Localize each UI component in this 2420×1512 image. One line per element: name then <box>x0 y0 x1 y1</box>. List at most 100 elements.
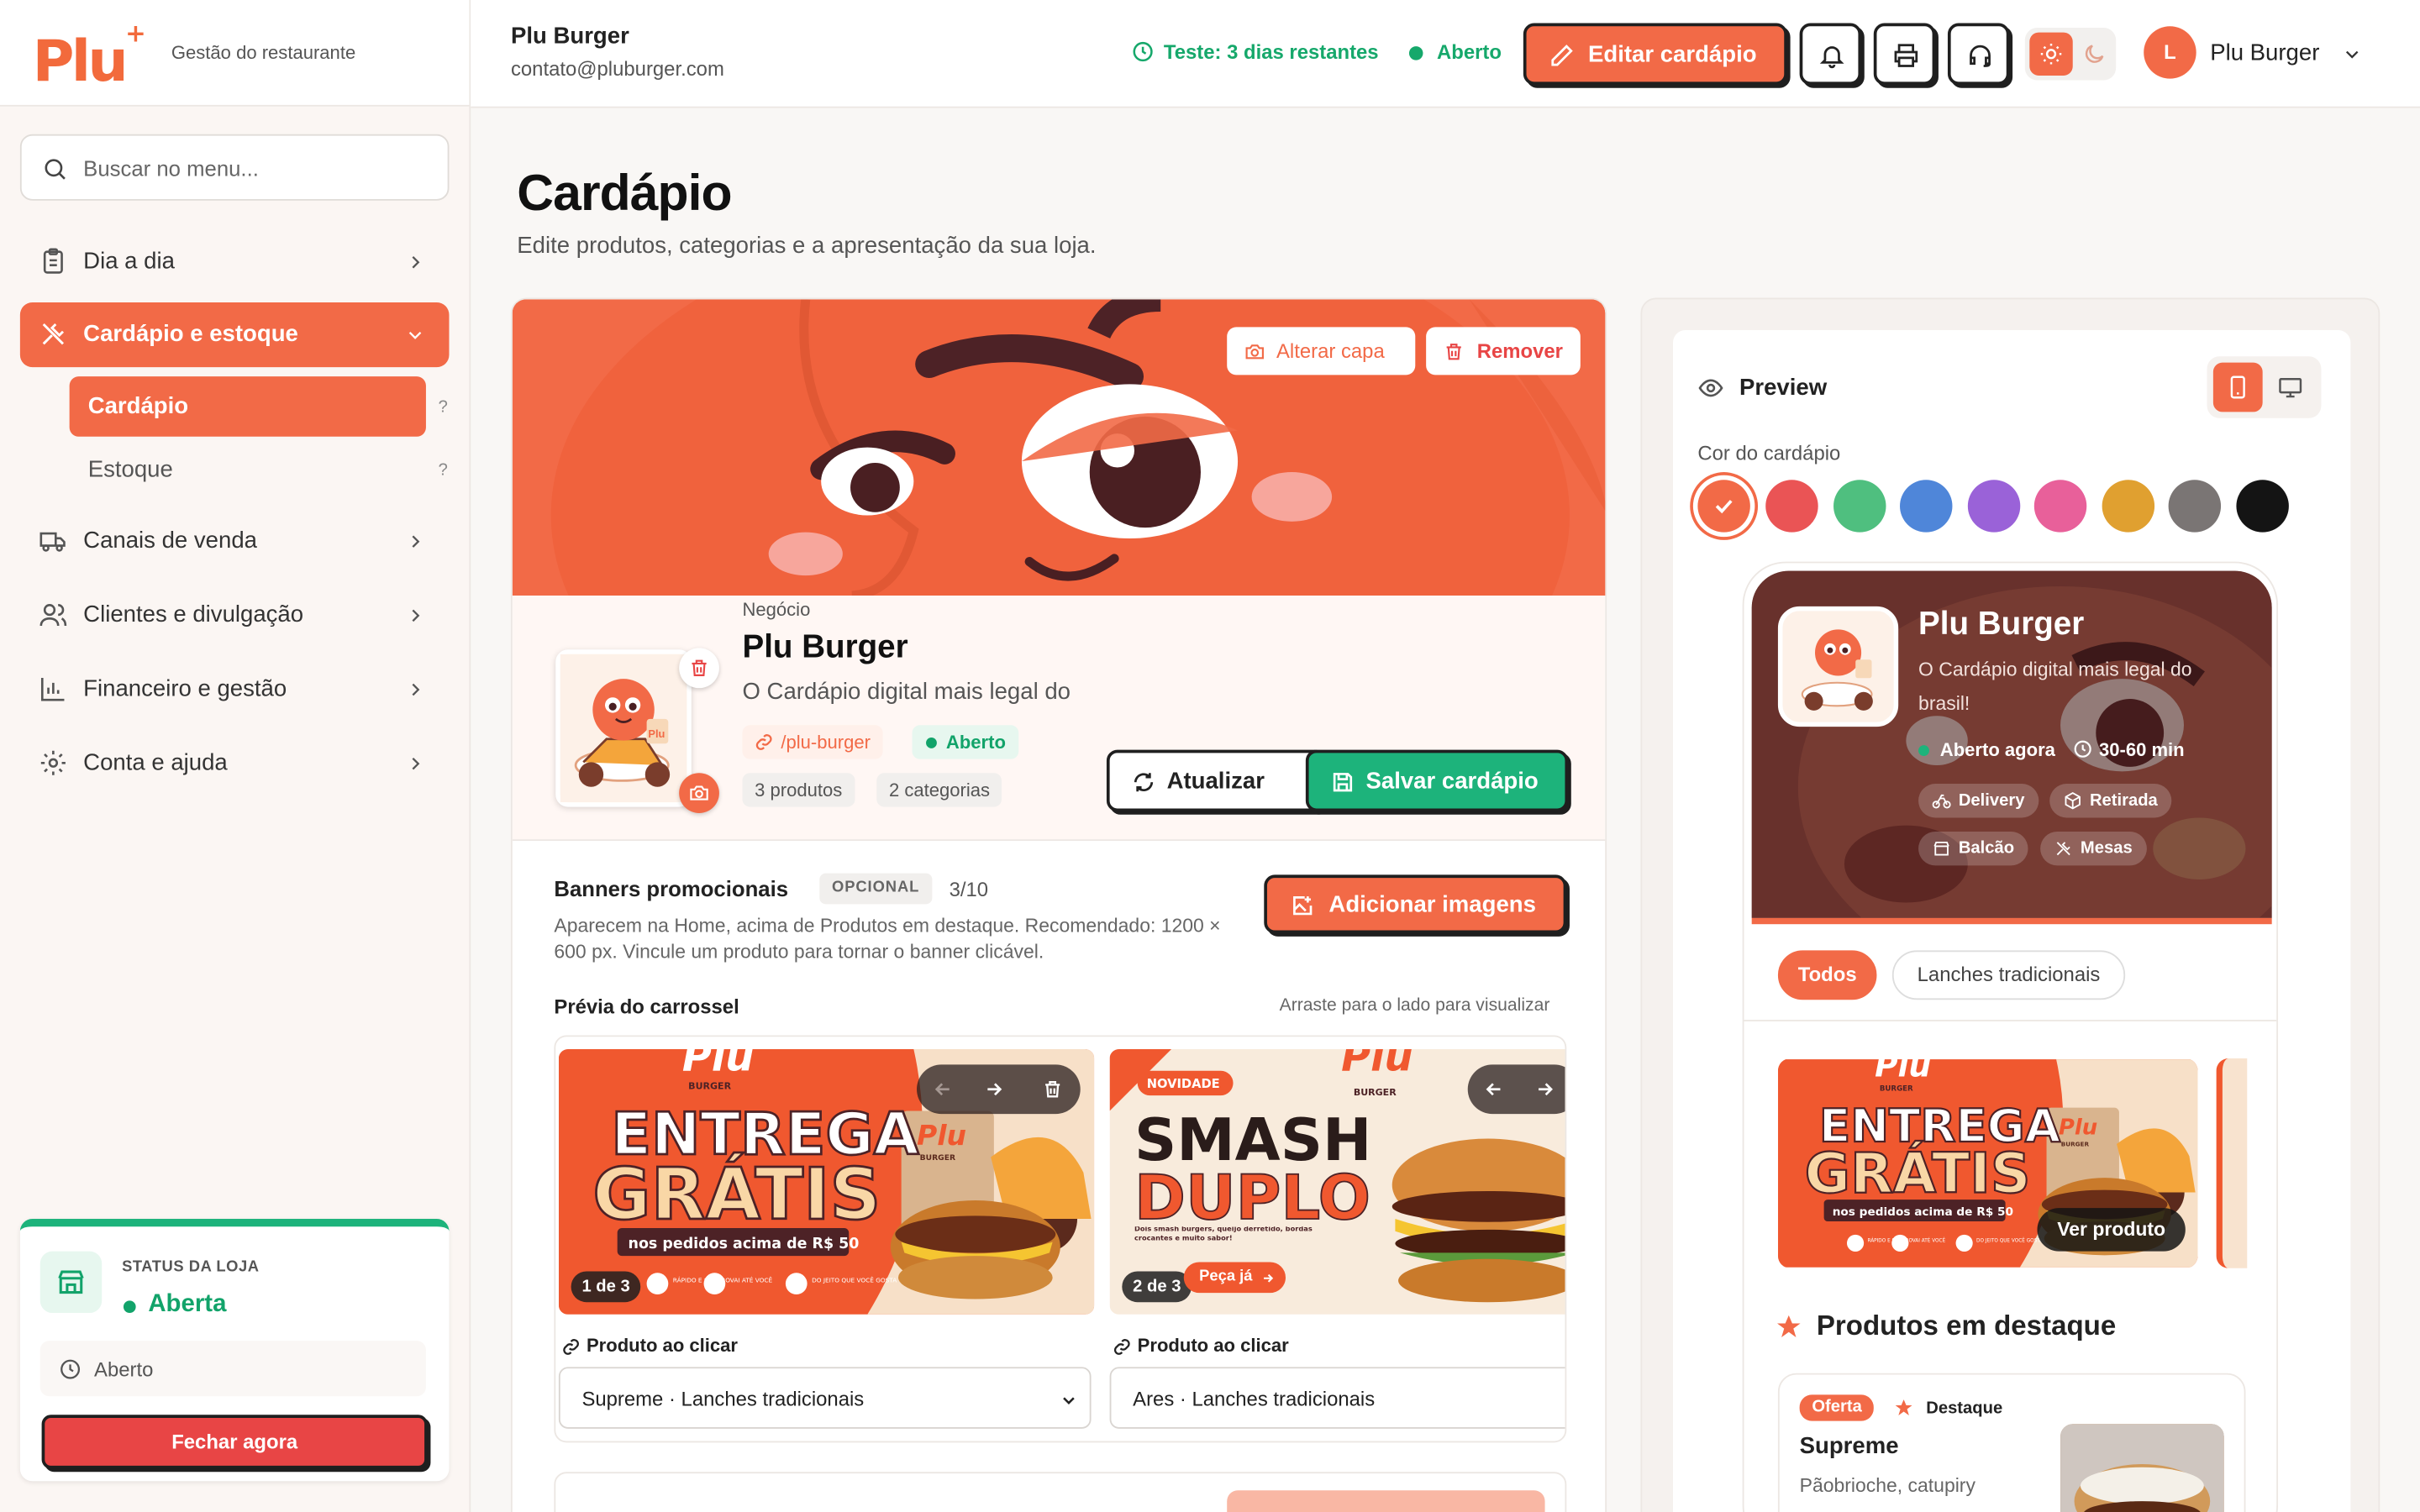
refresh-label: Atualizar <box>1166 768 1265 795</box>
banner-1-link-label: Produto ao clicar <box>586 1334 739 1357</box>
nav-clientes[interactable]: Clientes e divulgação <box>20 583 450 648</box>
banner-cta-text: Peça já <box>1199 1268 1253 1286</box>
eye-icon <box>1698 379 1723 397</box>
remove-cover-button[interactable]: Remover <box>1426 327 1581 375</box>
phone-badge-label: Retirada <box>2089 791 2158 811</box>
bell-icon <box>1819 46 1844 69</box>
offer-badge: Oferta <box>1799 1394 1875 1421</box>
arrow-left-icon[interactable] <box>1483 1079 1505 1100</box>
monitor-icon[interactable] <box>2278 375 2302 399</box>
subnav-cardapio[interactable]: Cardápio <box>69 376 426 437</box>
banner-2-product-select[interactable]: Ares · Lanches tradicionais <box>1109 1367 1565 1429</box>
nav-canais-venda[interactable]: Canais de venda <box>20 509 450 574</box>
truck-icon <box>39 532 66 552</box>
add-images-button[interactable]: Adicionar imagens <box>1264 874 1567 934</box>
nav-conta-ajuda[interactable]: Conta e ajuda <box>20 732 450 796</box>
color-swatch[interactable] <box>1765 480 1818 533</box>
banner-1-product-select[interactable]: Supreme · Lanches tradicionais <box>558 1367 1092 1429</box>
trash-icon[interactable] <box>1042 1079 1064 1100</box>
menu-editor-card: Alterar capa Remover Plu Negócio Plu Bur… <box>510 297 1607 1512</box>
color-swatch[interactable] <box>2236 480 2289 533</box>
nav-dia-a-dia[interactable]: Dia a dia <box>20 230 450 295</box>
color-swatch[interactable] <box>1833 480 1886 533</box>
arrow-right-icon[interactable] <box>983 1079 1005 1100</box>
add-images-label: Adicionar imagens <box>1328 891 1536 918</box>
save-menu-button[interactable]: Salvar cardápio <box>1305 749 1569 812</box>
subnav-estoque[interactable]: Estoque <box>70 439 426 500</box>
image-plus-icon <box>1293 896 1313 916</box>
color-swatch[interactable] <box>2168 480 2222 533</box>
store-slug-link[interactable]: /plu-burger <box>742 725 883 759</box>
bar-chart-icon <box>40 678 65 701</box>
light-mode-option[interactable] <box>2029 32 2073 76</box>
bike-icon <box>1932 794 1951 809</box>
phone-category-chip[interactable]: Lanches tradicionais <box>1891 950 2126 1000</box>
business-logo-thumbnail[interactable]: Plu <box>555 649 692 807</box>
banner-page-indicator: 1 de 3 <box>571 1271 641 1303</box>
phone-banner[interactable]: Plu BURGER Plu BURGER ENTREGA GRÁTIS nos… <box>1777 1058 2198 1268</box>
color-swatch[interactable] <box>1967 480 2021 533</box>
subnav-label: Estoque <box>87 456 173 483</box>
page-title: Cardápio <box>517 163 732 221</box>
edit-menu-button[interactable]: Editar cardápio <box>1523 23 1787 86</box>
banner-carousel[interactable]: Plu BURGER Plu BURGER ENTREGA GRÁTIS nos… <box>554 1035 1567 1443</box>
gear-icon <box>40 750 66 775</box>
color-swatch[interactable] <box>2102 480 2155 533</box>
color-swatch[interactable] <box>1900 480 1953 533</box>
trash-icon <box>692 659 707 676</box>
brand-logo[interactable]: Plu+ <box>33 18 146 93</box>
notifications-button[interactable] <box>1799 23 1862 86</box>
mobile-view-button[interactable] <box>2212 362 2263 412</box>
banner-2-product-value: Ares · Lanches tradicionais <box>1133 1387 1376 1410</box>
banner-logo: Plu <box>1875 1058 1931 1084</box>
nav-financeiro[interactable]: Financeiro e gestão <box>20 657 450 722</box>
banner-feature-3: DO JEITO QUE VOCÊ GOSTA <box>812 1276 897 1284</box>
menu-search[interactable]: Buscar no menu... <box>19 134 450 201</box>
phone-category-chip-active[interactable]: Todos <box>1777 950 1877 1000</box>
nav-label: Clientes e divulgação <box>83 601 304 628</box>
delete-logo-button[interactable] <box>679 648 719 689</box>
nav-cardapio-estoque[interactable]: Cardápio e estoque <box>19 302 450 368</box>
link-icon <box>563 1339 579 1355</box>
color-swatch[interactable] <box>1697 480 1750 533</box>
store-status-title: STATUS DA LOJA <box>122 1258 260 1276</box>
phone-accent-bar <box>1751 917 2272 925</box>
help-icon[interactable]: ? <box>439 461 448 480</box>
avatar[interactable]: L <box>2144 26 2196 79</box>
business-description: O Cardápio digital mais legal do <box>742 679 1071 706</box>
arrow-left-icon[interactable] <box>932 1079 954 1100</box>
theme-toggle[interactable] <box>2024 28 2117 81</box>
business-status-badge: Aberto <box>912 725 1018 759</box>
upload-logo-button[interactable] <box>679 773 719 813</box>
banner-1-product-value: Supreme · Lanches tradicionais <box>581 1387 865 1410</box>
trash-icon <box>1446 344 1461 360</box>
color-swatch[interactable] <box>2033 480 2087 533</box>
moon-icon[interactable] <box>2082 42 2107 66</box>
next-section-button[interactable] <box>1227 1490 1545 1512</box>
view-product-button[interactable]: Ver produto <box>2037 1208 2186 1252</box>
topbar-store-name: Plu Burger <box>510 23 629 50</box>
user-name[interactable]: Plu Burger <box>2210 40 2319 66</box>
close-store-button[interactable]: Fechar agora <box>41 1415 428 1469</box>
banner-strip: nos pedidos acima de R$ 50 <box>1833 1205 2013 1219</box>
refresh-button[interactable]: Atualizar <box>1106 749 1326 812</box>
phone-delivery-time: 30-60 min <box>2098 738 2185 761</box>
chevron-down-icon[interactable] <box>2343 45 2361 63</box>
print-button[interactable] <box>1873 23 1936 86</box>
chevron-right-icon <box>412 683 420 696</box>
change-cover-button[interactable]: Alterar capa <box>1227 327 1416 375</box>
store-status-select[interactable]: Aberto <box>39 1341 426 1397</box>
search-input[interactable]: Buscar no menu... <box>83 156 259 181</box>
clock-icon <box>2074 740 2091 758</box>
product-description: Pãobrioche, catupiry <box>1799 1474 1975 1497</box>
support-button[interactable] <box>1947 23 2010 86</box>
product-card[interactable]: Oferta Destaque Supreme Pãobrioche, catu… <box>1777 1373 2246 1512</box>
clipboard-icon <box>43 248 63 274</box>
business-status-text: Aberto <box>945 731 1006 753</box>
arrow-right-icon[interactable] <box>1534 1079 1556 1100</box>
banner-feature-2: VAI ATÉ VOCÊ <box>1912 1236 1946 1243</box>
help-icon[interactable]: ? <box>439 398 448 417</box>
divider <box>512 839 1606 842</box>
business-label: Negócio <box>742 598 811 621</box>
device-toggle[interactable] <box>2207 356 2322 418</box>
